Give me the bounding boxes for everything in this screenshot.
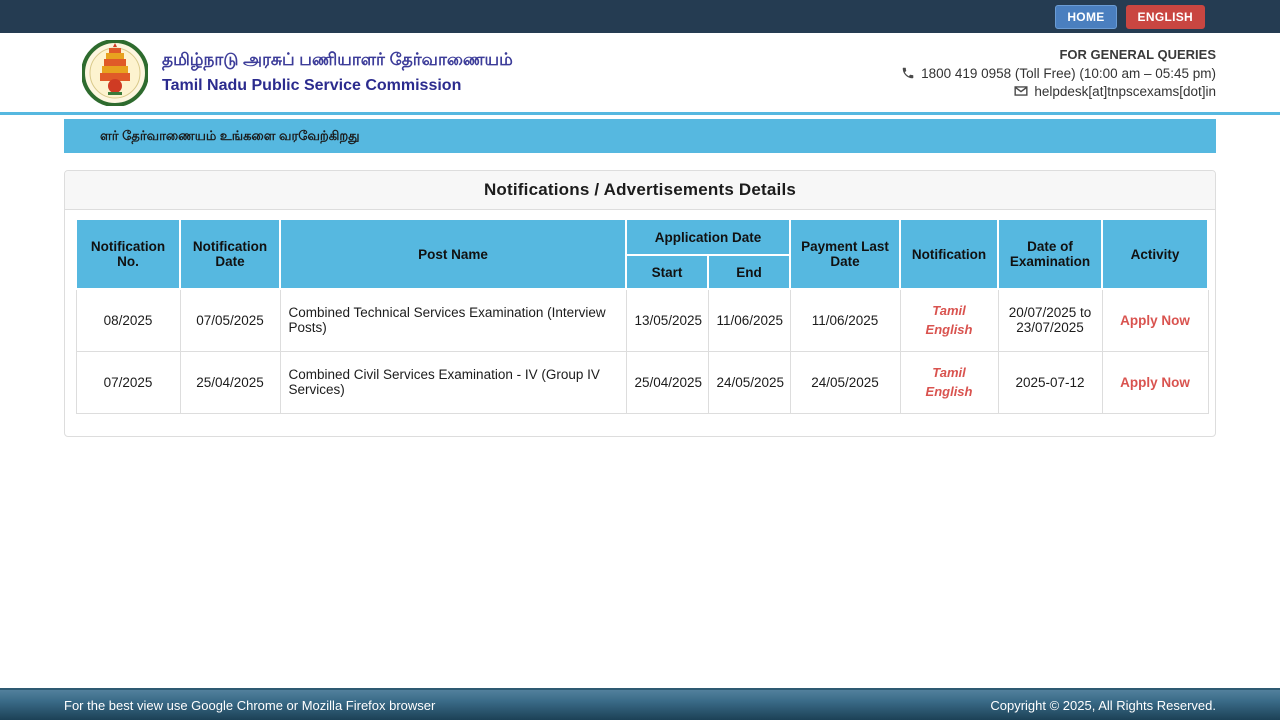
- marquee-text: ளர் தேர்வாணையம் உங்களை வரவேற்கிறது: [64, 128, 360, 145]
- cell-notification-no: 07/2025: [76, 351, 180, 413]
- cell-notification-links: Tamil English: [900, 289, 998, 351]
- notification-tamil-link[interactable]: Tamil: [909, 363, 990, 382]
- col-application-start: Start: [626, 255, 708, 289]
- apply-now-link[interactable]: Apply Now: [1120, 313, 1190, 328]
- cell-start-date: 13/05/2025: [626, 289, 708, 351]
- cell-activity: Apply Now: [1102, 289, 1208, 351]
- apply-now-link[interactable]: Apply Now: [1120, 375, 1190, 390]
- top-bar: HOME ENGLISH: [0, 0, 1280, 33]
- site-title-english: Tamil Nadu Public Service Commission: [162, 77, 513, 95]
- language-toggle-button[interactable]: ENGLISH: [1126, 5, 1205, 29]
- col-notification: Notification: [900, 219, 998, 289]
- cell-notification-links: Tamil English: [900, 351, 998, 413]
- cell-date-of-examination: 2025-07-12: [998, 351, 1102, 413]
- site-footer: For the best view use Google Chrome or M…: [0, 688, 1280, 720]
- cell-date-of-examination: 20/07/2025 to 23/07/2025: [998, 289, 1102, 351]
- tnpsc-logo: [82, 40, 148, 106]
- notifications-panel: Notifications / Advertisements Details N…: [64, 170, 1216, 437]
- col-date-of-examination: Date of Examination: [998, 219, 1102, 289]
- cell-end-date: 24/05/2025: [708, 351, 790, 413]
- col-post-name: Post Name: [280, 219, 626, 289]
- cell-payment-last-date: 24/05/2025: [790, 351, 900, 413]
- cell-payment-last-date: 11/06/2025: [790, 289, 900, 351]
- footer-browser-note: For the best view use Google Chrome or M…: [64, 698, 435, 713]
- site-header: தமிழ்நாடு அரசுப் பணியாளர் தேர்வாணையம் Ta…: [0, 33, 1280, 115]
- contact-block: FOR GENERAL QUERIES 1800 419 0958 (Toll …: [901, 47, 1216, 99]
- phone-icon: [901, 66, 915, 80]
- helpdesk-email: helpdesk[at]tnpscexams[dot]in: [1034, 84, 1216, 99]
- panel-title: Notifications / Advertisements Details: [65, 171, 1215, 210]
- home-button[interactable]: HOME: [1055, 5, 1116, 29]
- table-row: 07/2025 25/04/2025 Combined Civil Servic…: [76, 351, 1208, 413]
- welcome-marquee: ளர் தேர்வாணையம் உங்களை வரவேற்கிறது: [64, 119, 1216, 153]
- col-notification-date: Notification Date: [180, 219, 280, 289]
- site-title-tamil: தமிழ்நாடு அரசுப் பணியாளர் தேர்வாணையம்: [162, 50, 513, 72]
- cell-notification-date: 25/04/2025: [180, 351, 280, 413]
- cell-start-date: 25/04/2025: [626, 351, 708, 413]
- email-icon: [1014, 84, 1028, 98]
- col-activity: Activity: [1102, 219, 1208, 289]
- col-notification-no: Notification No.: [76, 219, 180, 289]
- cell-notification-date: 07/05/2025: [180, 289, 280, 351]
- notifications-table: Notification No. Notification Date Post …: [75, 218, 1209, 414]
- phone-number: 1800 419 0958 (Toll Free) (10:00 am – 05…: [921, 66, 1216, 81]
- cell-end-date: 11/06/2025: [708, 289, 790, 351]
- cell-notification-no: 08/2025: [76, 289, 180, 351]
- col-application-end: End: [708, 255, 790, 289]
- footer-copyright: Copyright © 2025, All Rights Reserved.: [990, 698, 1216, 713]
- cell-post-name: Combined Technical Services Examination …: [280, 289, 626, 351]
- queries-heading: FOR GENERAL QUERIES: [901, 47, 1216, 62]
- notification-english-link[interactable]: English: [909, 320, 990, 339]
- col-payment-last-date: Payment Last Date: [790, 219, 900, 289]
- cell-post-name: Combined Civil Services Examination - IV…: [280, 351, 626, 413]
- cell-activity: Apply Now: [1102, 351, 1208, 413]
- table-row: 08/2025 07/05/2025 Combined Technical Se…: [76, 289, 1208, 351]
- col-application-date: Application Date: [626, 219, 790, 255]
- notification-tamil-link[interactable]: Tamil: [909, 301, 990, 320]
- notification-english-link[interactable]: English: [909, 382, 990, 401]
